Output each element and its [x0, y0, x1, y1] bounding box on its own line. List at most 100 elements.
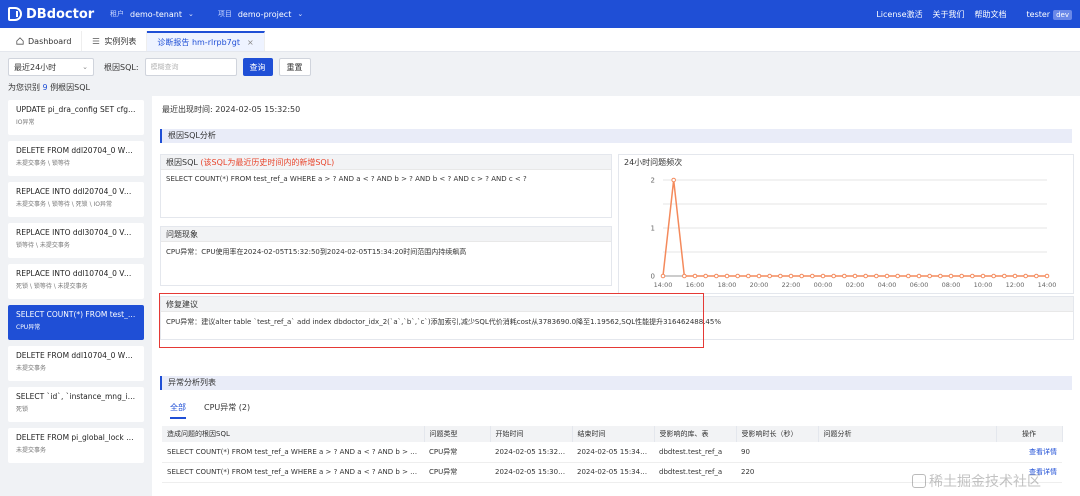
home-icon — [16, 37, 24, 45]
chart-data-point — [671, 177, 676, 183]
chart-data-point — [810, 273, 815, 279]
chart-title: 24小时问题频次 — [619, 155, 1073, 170]
tenant-selector[interactable]: 租户 demo-tenant ⌄ — [110, 9, 194, 19]
chevron-down-icon: ⌄ — [297, 10, 304, 18]
chart-data-point — [959, 273, 964, 279]
nav-license-link[interactable]: License激活 — [876, 9, 922, 20]
frequency-chart: 0 1 2 14:00 16:00 18:00 20:00 22:00 00:00 02:00 04… — [651, 177, 1057, 290]
root-sql-list-item[interactable]: DELETE FROM ddl20704_0 WHERE... 未提交事务 \ 锁… — [8, 141, 144, 176]
chart-y-tick-label: 2 — [651, 177, 655, 185]
phenomenon-card: 问题现象 CPU异常：CPU使用率在2024-02-05T15:32:50到20… — [160, 226, 612, 286]
root-sql-search-input[interactable] — [144, 58, 237, 76]
chart-data-point — [831, 273, 836, 279]
project-selector[interactable]: 项目 demo-project ⌄ — [218, 9, 303, 19]
user-menu[interactable]: tester dev — [1026, 9, 1072, 20]
phenomenon-card-title: 问题现象 — [161, 227, 611, 242]
list-item-sql: UPDATE pi_dra_config SET cfg_val... — [16, 105, 136, 114]
root-sql-list-item[interactable]: DELETE FROM ddl10704_0 WHERE... 未提交事务 — [8, 346, 144, 381]
tab-label: 诊断报告 hm-rlrpb7gt — [157, 37, 240, 47]
root-sql-label: 根因SQL: — [104, 62, 139, 72]
chart-data-point — [1034, 273, 1039, 279]
chart-data-point — [724, 273, 730, 279]
col-start-time: 开始时间 — [490, 426, 573, 442]
chart-data-point — [1044, 273, 1050, 279]
chart-y-tick-label: 0 — [651, 273, 655, 281]
time-range-select[interactable]: 最近24小时 ⌄ — [8, 58, 94, 76]
last-occurrence-label: 最近出现时间: — [162, 105, 213, 114]
query-button[interactable]: 查询 — [242, 58, 273, 76]
cell-affected-db-table: dbdtest.test_ref_a — [654, 462, 736, 483]
reset-button[interactable]: 重置 — [278, 58, 311, 76]
col-affected-db-table: 受影响的库、表 — [654, 426, 737, 442]
root-sql-list-item[interactable]: REPLACE INTO ddl20704_0 VALUE... 未提交事务 \ … — [8, 182, 144, 217]
cell-issue-type: CPU异常 — [424, 442, 490, 463]
table-row: SELECT COUNT(*) FROM test_ref_a WHERE a … — [162, 442, 1062, 463]
summary-suffix: 例根因SQL — [50, 83, 91, 92]
chart-data-point — [756, 273, 762, 279]
col-end-time: 结束时间 — [572, 426, 655, 442]
chart-data-point — [703, 273, 708, 279]
root-sql-list-item[interactable]: SELECT `id`, `instance_mng_id`, `ev... 死锁 — [8, 387, 144, 422]
chart-y-tick-label: 1 — [651, 225, 655, 233]
chevron-down-icon: ⌄ — [187, 10, 194, 18]
list-item-sql: SELECT `id`, `instance_mng_id`, `ev... — [16, 392, 136, 401]
root-sql-list-item-active[interactable]: SELECT COUNT(*) FROM test_ref_a... CPU异常 — [8, 305, 144, 340]
list-item-sql: REPLACE INTO ddl30704_0 VALUE... — [16, 228, 136, 237]
cell-end-time: 2024-02-05 15:34:20 — [572, 442, 654, 463]
tab-dashboard[interactable]: Dashboard — [6, 31, 83, 51]
top-nav-bar: DBdoctor 租户 demo-tenant ⌄ 项目 demo-projec… — [0, 0, 1080, 28]
cell-root-sql: SELECT COUNT(*) FROM test_ref_a WHERE a … — [162, 462, 424, 483]
tab-cpu-anomaly[interactable]: CPU异常 (2) — [204, 402, 250, 419]
section-anomaly-list: 异常分析列表 — [160, 376, 1072, 390]
view-detail-link[interactable]: 查看详情 — [996, 442, 1062, 463]
chart-x-tick-label: 18:00 — [718, 281, 737, 289]
tenant-value: demo-tenant — [130, 9, 182, 19]
root-sql-list-item[interactable]: DELETE FROM pi_global_lock WHE... 未提交事务 — [8, 428, 144, 463]
anomaly-tabs: 全部 CPU异常 (2) — [170, 402, 250, 419]
suggestion-highlight-box — [159, 293, 704, 348]
chart-x-tick-label: 14:00 — [1038, 281, 1057, 289]
list-item-sql: SELECT COUNT(*) FROM test_ref_a... — [16, 310, 136, 319]
app-logo[interactable]: DBdoctor — [8, 7, 100, 22]
tab-diagnosis-report[interactable]: 诊断报告 hm-rlrpb7gt × — [147, 31, 265, 51]
user-name: tester — [1026, 9, 1051, 19]
last-occurrence: 最近出现时间: 2024-02-05 15:32:50 — [162, 104, 300, 115]
chart-data-point — [820, 273, 826, 279]
summary-prefix: 为您识别 — [8, 83, 40, 92]
list-item-tags: 未提交事务 \ 锁等待 \ 死锁 \ IO异常 — [16, 201, 113, 208]
chart-data-point — [874, 273, 879, 279]
close-icon[interactable]: × — [247, 38, 254, 47]
chart-data-point — [778, 273, 783, 279]
root-sql-card-header: 根因SQL (该SQL为最近历史时间内的新增SQL) — [161, 155, 611, 170]
chart-data-point — [980, 273, 986, 279]
nav-help-link[interactable]: 帮助文档 — [975, 9, 1007, 20]
list-item-sql: DELETE FROM ddl20704_0 WHERE... — [16, 146, 136, 155]
cell-analysis — [818, 442, 996, 463]
tab-all[interactable]: 全部 — [170, 402, 186, 419]
chart-x-tick-label: 22:00 — [782, 281, 801, 289]
root-sql-summary: 为您识别 9 例根因SQL — [8, 82, 90, 93]
list-item-tags: CPU异常 — [16, 324, 41, 331]
list-item-sql: REPLACE INTO ddl20704_0 VALUE... — [16, 187, 136, 196]
root-sql-list-item[interactable]: REPLACE INTO ddl10704_0 VALUE... 死锁 \ 锁等待… — [8, 264, 144, 299]
cell-start-time: 2024-02-05 15:30:40 — [490, 462, 572, 483]
list-item-sql: REPLACE INTO ddl10704_0 VALUE... — [16, 269, 136, 278]
chart-data-point — [735, 273, 740, 279]
root-sql-list-item[interactable]: UPDATE pi_dra_config SET cfg_val... IO异常 — [8, 100, 144, 135]
list-item-tags: 死锁 \ 锁等待 \ 未提交事务 — [16, 283, 88, 290]
chart-data-point — [927, 273, 932, 279]
page-tab-bar: Dashboard 实例列表 诊断报告 hm-rlrpb7gt × — [0, 28, 1080, 52]
chart-data-point — [991, 273, 996, 279]
list-item-tags: 死锁 — [16, 406, 29, 413]
table-header-row: 造成问题的根因SQL 问题类型 开始时间 结束时间 受影响的库、表 受影响时长（… — [162, 426, 1063, 442]
chart-data-point — [1012, 273, 1018, 279]
tab-instance-list[interactable]: 实例列表 — [82, 31, 148, 51]
chart-x-tick-label: 08:00 — [942, 281, 961, 289]
nav-about-link[interactable]: 关于我们 — [933, 9, 965, 20]
filter-bar: 最近24小时 ⌄ 根因SQL: 查询 重置 — [8, 58, 311, 76]
chart-data-point — [906, 273, 911, 279]
chart-x-tick-label: 12:00 — [1006, 281, 1025, 289]
cell-start-time: 2024-02-05 15:32:50 — [490, 442, 572, 463]
root-sql-list-item[interactable]: REPLACE INTO ddl30704_0 VALUE... 锁等待 \ 未提… — [8, 223, 144, 258]
tab-label: 实例列表 — [104, 36, 137, 46]
